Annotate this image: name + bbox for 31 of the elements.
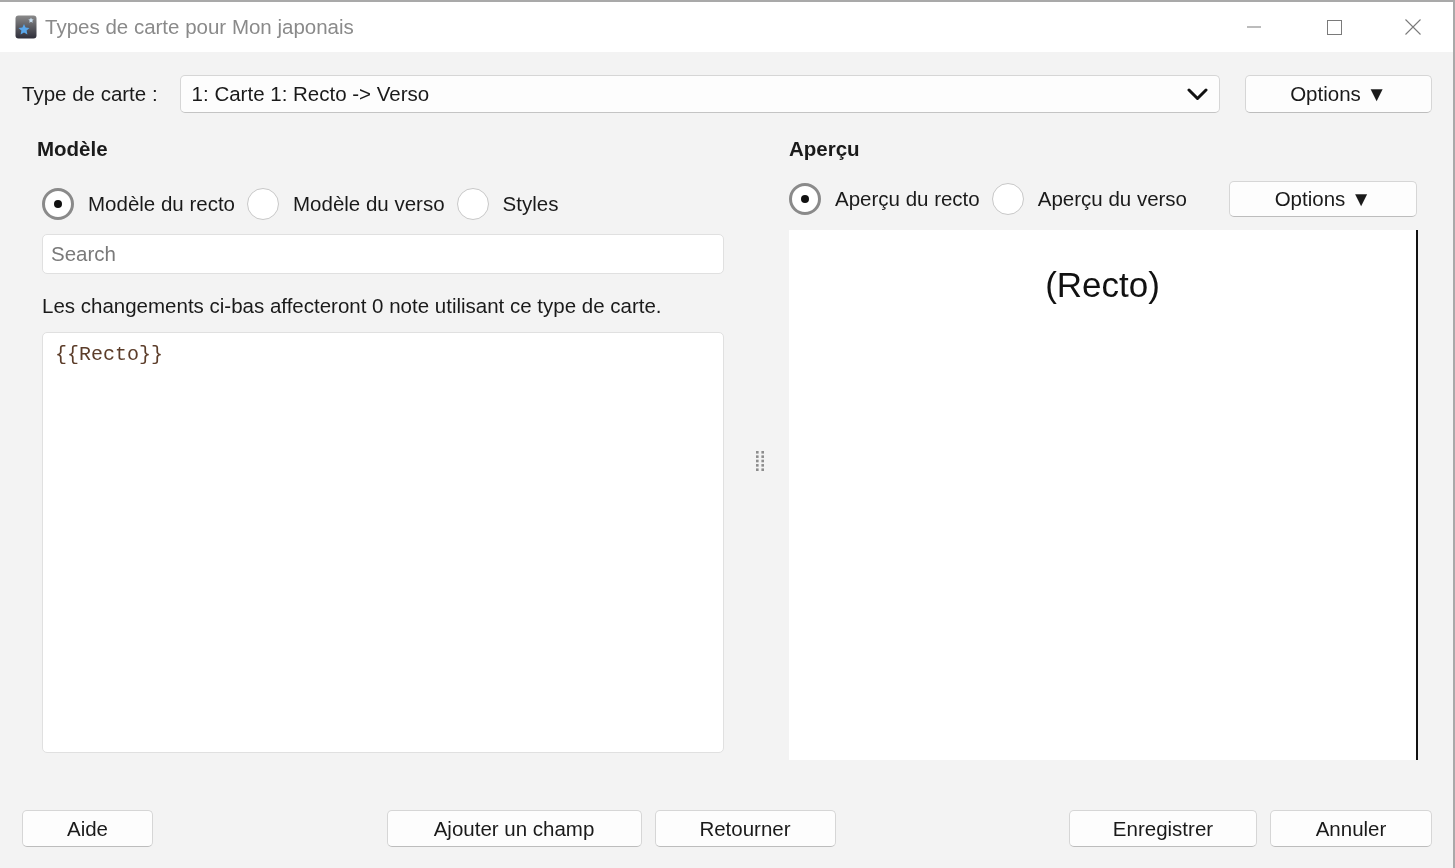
preview-text: (Recto) xyxy=(1045,265,1160,305)
template-editor-field[interactable]: {{Recto}} xyxy=(42,332,724,753)
card-type-dropdown[interactable]: 1: Carte 1: Recto -> Verso xyxy=(179,75,1220,113)
window-title: Types de carte pour Mon japonais xyxy=(45,15,354,39)
options-button[interactable]: Options ▼ xyxy=(1229,181,1417,217)
maximize-icon[interactable] xyxy=(1327,19,1342,35)
radio-label: Aperçu du recto xyxy=(835,187,980,211)
chevron-down-icon xyxy=(1187,87,1208,101)
radio-button[interactable] xyxy=(456,188,489,220)
grip-dots-icon[interactable] xyxy=(756,451,764,471)
radio-label: Modèle du recto xyxy=(88,192,235,216)
radio-label: Modèle du verso xyxy=(293,192,445,216)
dialog-button[interactable]: Ajouter un champ xyxy=(386,810,642,847)
radio-button[interactable] xyxy=(247,188,279,220)
close-icon[interactable] xyxy=(1405,19,1421,35)
options-button[interactable]: Options ▼ xyxy=(1245,75,1432,113)
radio-button[interactable] xyxy=(42,188,74,220)
star-app-icon xyxy=(15,15,37,39)
card-type-label: Type de carte : xyxy=(22,82,158,106)
search-field[interactable]: Search xyxy=(42,234,724,274)
radio-label: Aperçu du verso xyxy=(1037,187,1187,211)
dialog-button[interactable]: Retourner xyxy=(654,810,836,847)
dialog-button[interactable]: Aide xyxy=(22,810,153,847)
info-text: Les changements ci-bas affecteront 0 note utilisant ce type de carte. xyxy=(42,296,662,316)
dialog-button[interactable]: Enregistrer xyxy=(1069,810,1257,847)
radio-label: Styles xyxy=(502,192,559,216)
radio-button[interactable] xyxy=(991,183,1024,215)
section-heading: Modèle xyxy=(37,138,108,160)
radio-button[interactable] xyxy=(789,183,821,215)
dialog-button[interactable]: Annuler xyxy=(1270,810,1432,847)
section-heading: Aperçu xyxy=(789,138,860,160)
